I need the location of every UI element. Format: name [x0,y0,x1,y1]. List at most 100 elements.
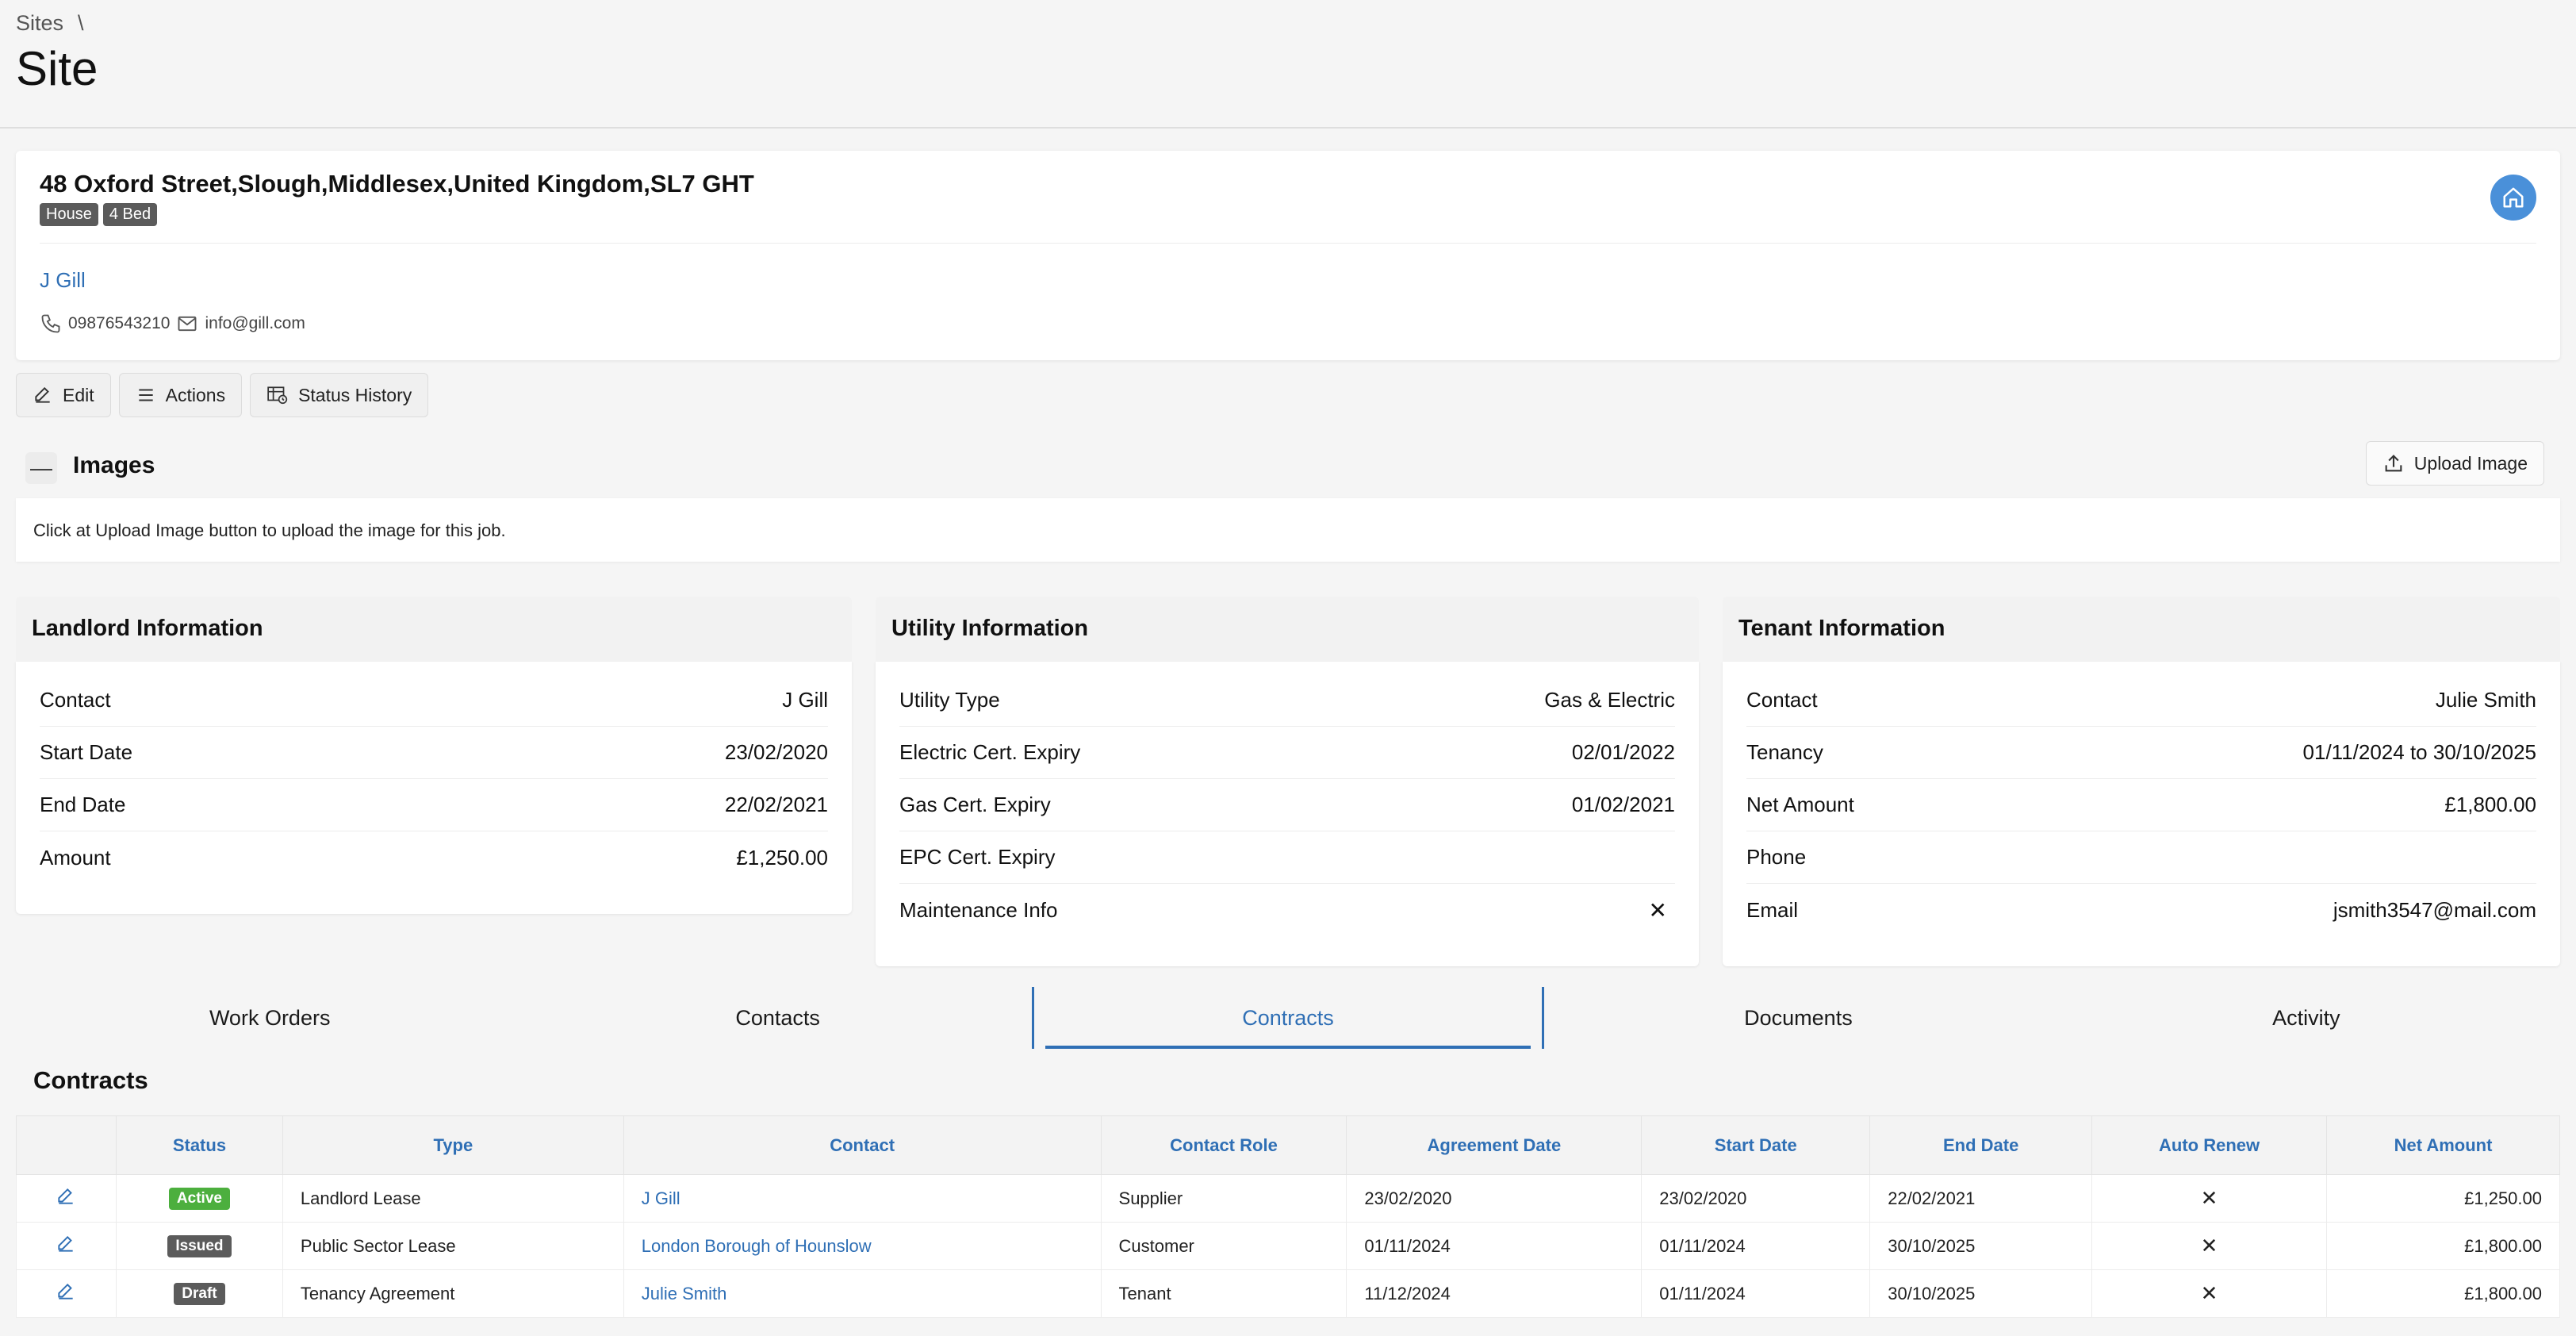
utility-row-type: Utility Type Gas & Electric [899,674,1675,727]
row-edit-cell [16,1222,117,1270]
start-date-cell: 01/11/2024 [1641,1269,1871,1318]
status-badge: Draft [174,1283,225,1305]
images-title: Images [73,452,155,478]
kv-value: £1,250.00 [736,845,828,870]
tab-contracts[interactable]: Contracts [1031,987,1545,1049]
tenant-row-email: Email jsmith3547@mail.com [1746,884,2536,936]
landlord-panel: Landlord Information Contact J Gill Start… [16,597,852,914]
tab-work-orders[interactable]: Work Orders [16,987,523,1049]
row-edit-cell [16,1174,117,1223]
landlord-row-contact: Contact J Gill [40,674,828,727]
col-header-contact-role[interactable]: Contact Role [1100,1115,1347,1175]
tenant-row-phone: Phone [1746,831,2536,884]
status-cell: Active [115,1174,283,1223]
action-toolbar: Edit Actions Status History [16,373,429,417]
kv-label: Electric Cert. Expiry [899,740,1081,764]
tenant-panel-title: Tenant Information [1738,616,1945,641]
col-header-type[interactable]: Type [282,1115,624,1175]
table-row: Active Landlord Lease J Gill Supplier 23… [16,1174,2560,1223]
breadcrumb-sites-link[interactable]: Sites [16,11,63,36]
breadcrumb: Sites \ [16,11,84,36]
start-date-cell: 01/11/2024 [1641,1222,1871,1270]
col-header-edit [16,1115,117,1175]
agreement-date-cell: 11/12/2024 [1346,1269,1643,1318]
edit-button[interactable]: Edit [16,373,111,417]
net-amount-cell: £1,800.00 [2326,1269,2560,1318]
upload-icon [2385,455,2402,472]
status-badge: Issued [167,1235,232,1257]
contact-link[interactable]: Julie Smith [623,1269,1102,1318]
kv-value: J Gill [782,688,828,712]
landlord-panel-body: Contact J Gill Start Date 23/02/2020 End D… [16,662,852,914]
home-button[interactable] [2490,175,2536,221]
edit-icon[interactable] [56,1186,76,1207]
breadcrumb-separator: \ [78,11,84,35]
kv-label: Contact [40,688,111,712]
maintenance-x-icon: ✕ [1648,897,1667,923]
utility-panel-title: Utility Information [891,616,1089,641]
actions-button[interactable]: Actions [118,373,243,417]
table-row: Draft Tenancy Agreement Julie Smith Tena… [16,1269,2560,1318]
status-history-button[interactable]: Status History [250,373,429,417]
auto-renew-x-icon: ✕ [2091,1269,2328,1318]
kv-value: Gas & Electric [1544,688,1675,712]
kv-value: 02/01/2022 [1571,740,1675,764]
owner-phone[interactable]: 09876543210 [68,314,170,333]
agreement-date-cell: 01/11/2024 [1346,1222,1643,1270]
owner-email[interactable]: info@gill.com [205,314,305,333]
tenant-row-contact: Contact Julie Smith [1746,674,2536,727]
col-header-start-date[interactable]: Start Date [1641,1115,1871,1175]
table-row: Issued Public Sector Lease London Boroug… [16,1222,2560,1270]
owner-contact-row: 09876543210 info@gill.com [40,313,305,335]
landlord-row-end-date: End Date 22/02/2021 [40,779,828,831]
kv-label: Amount [40,845,111,870]
kv-value: 23/02/2020 [724,740,828,764]
row-edit-cell [16,1269,117,1318]
contact-link[interactable]: London Borough of Hounslow [623,1222,1102,1270]
start-date-cell: 23/02/2020 [1641,1174,1871,1223]
tab-contacts[interactable]: Contacts [523,987,1031,1049]
upload-image-label: Upload Image [2413,452,2528,474]
landlord-row-start-date: Start Date 23/02/2020 [40,727,828,779]
col-header-auto-renew[interactable]: Auto Renew [2091,1115,2328,1175]
col-header-end-date[interactable]: End Date [1869,1115,2093,1175]
tenant-panel: Tenant Information Contact Julie Smith Te… [1723,597,2560,966]
col-header-net-amount[interactable]: Net Amount [2326,1115,2560,1175]
edit-icon[interactable] [56,1234,76,1254]
kv-label: Tenancy [1746,740,1823,764]
kv-label: End Date [40,793,126,816]
utility-row-gas-cert: Gas Cert. Expiry 01/02/2021 [899,779,1675,831]
role-cell: Customer [1100,1222,1347,1270]
col-header-status[interactable]: Status [115,1115,283,1175]
tenant-row-tenancy: Tenancy 01/11/2024 to 30/10/2025 [1746,727,2536,779]
status-history-button-label: Status History [298,384,412,405]
utility-row-electric-cert: Electric Cert. Expiry 02/01/2022 [899,727,1675,779]
site-tags: House 4 Bed [40,203,162,226]
upload-image-button[interactable]: Upload Image [2365,441,2544,486]
col-header-agreement-date[interactable]: Agreement Date [1346,1115,1643,1175]
tab-documents[interactable]: Documents [1544,987,2052,1049]
type-cell: Tenancy Agreement [282,1269,624,1318]
collapse-images-button[interactable]: — [25,452,57,484]
net-amount-cell: £1,800.00 [2326,1222,2560,1270]
col-header-contact[interactable]: Contact [623,1115,1102,1175]
contracts-header-row: Status Type Contact Contact Role Agreeme… [16,1115,2560,1175]
site-card: 48 Oxford Street,Slough,Middlesex,United… [16,151,2560,360]
utility-panel-body: Utility Type Gas & Electric Electric Cert… [876,662,1699,966]
kv-value: jsmith3547@mail.com [2333,897,2536,922]
page-title: Site [16,42,98,95]
contact-link[interactable]: J Gill [623,1174,1102,1223]
tab-activity[interactable]: Activity [2053,987,2560,1049]
kv-value: Julie Smith [2435,688,2536,712]
landlord-row-amount: Amount £1,250.00 [40,831,828,884]
end-date-cell: 30/10/2025 [1869,1269,2093,1318]
images-empty-message: Click at Upload Image button to upload t… [33,520,506,540]
landlord-panel-title: Landlord Information [32,616,263,641]
site-address: 48 Oxford Street,Slough,Middlesex,United… [40,170,754,198]
email-icon [178,316,197,332]
owner-link[interactable]: J Gill [40,268,86,293]
menu-icon [138,389,153,401]
edit-icon[interactable] [56,1281,76,1302]
role-cell: Supplier [1100,1174,1347,1223]
role-cell: Tenant [1100,1269,1347,1318]
